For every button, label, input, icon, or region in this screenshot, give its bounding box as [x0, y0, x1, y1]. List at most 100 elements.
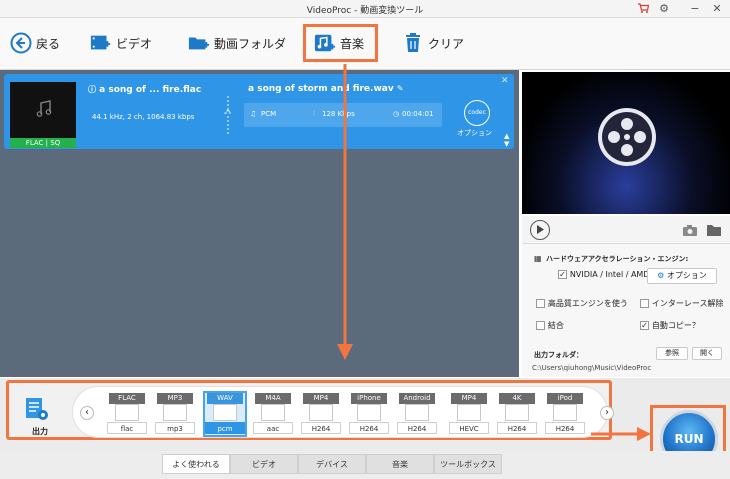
tab-video[interactable]: ビデオ [230, 454, 298, 474]
format-mp4-hevc[interactable]: MP4 HEVC [449, 393, 489, 435]
format-file-icon [115, 404, 139, 421]
browse-button[interactable]: 参照 [656, 347, 688, 360]
video-plus-icon [90, 32, 112, 54]
preview-controls [522, 216, 730, 244]
format-file-icon [357, 404, 381, 421]
back-arrow-icon [10, 32, 32, 54]
deinterlace-label: インターレース解除 [651, 299, 724, 308]
remove-item-icon[interactable]: ✕ [501, 76, 509, 86]
format-badge: FLAC | SQ [10, 138, 76, 148]
orange-down-arrow [337, 64, 353, 360]
clock-icon: ◷ [393, 110, 400, 118]
format-bottom: HEVC [449, 422, 489, 434]
hardware-panel: ▦ ハードウェアアクセラレーション・エンジン: ✓ NVIDIA / Intel… [522, 244, 730, 377]
output-file-name[interactable]: a song of storm and fire.wav ✎ [248, 84, 404, 94]
autocopy-checkbox[interactable]: ✓ [640, 321, 649, 330]
format-bottom: H264 [545, 422, 585, 434]
add-video-button[interactable]: ビデオ [90, 28, 152, 58]
format-top: MP4 [303, 393, 339, 404]
codec-text: PCM [261, 110, 277, 118]
audio-thumbnail [10, 82, 76, 138]
format-file-icon [309, 404, 333, 421]
audio-icon: ♫ [250, 110, 257, 118]
clear-button[interactable]: クリア [402, 28, 464, 58]
play-button[interactable] [530, 220, 550, 240]
bitrate-icon: ⫶ [313, 110, 315, 118]
format-mp3[interactable]: MP3 mp3 [155, 393, 195, 435]
format-bottom: H264 [397, 422, 437, 434]
add-folder-button[interactable]: 動画フォルダ [188, 28, 286, 58]
close-button[interactable]: ✕ [710, 2, 724, 16]
music-note-icon [36, 100, 52, 121]
format-flac[interactable]: FLAC flac [107, 393, 147, 435]
hw-option-button[interactable]: ⚙ オプション [647, 268, 717, 284]
back-button[interactable]: 戻る [10, 28, 60, 58]
window-title: VideoProc - 動画変換ツール [306, 6, 424, 16]
option-label[interactable]: オプション [457, 128, 492, 138]
chevron-left-icon[interactable]: ‹ [80, 406, 94, 420]
format-top: 4K [499, 393, 535, 404]
settings-icon: ⚙ [657, 271, 665, 280]
minimize-button[interactable]: − [688, 2, 702, 16]
title-bar: VideoProc - 動画変換ツール ⚙ − ✕ [0, 0, 730, 18]
camera-icon[interactable] [682, 224, 698, 239]
format-wav[interactable]: WAV pcm [203, 391, 247, 437]
file-list-area: FLAC | SQ ⓘ a song of ... fire.flac 44.1… [0, 70, 519, 377]
nvidia-checkbox[interactable]: ✓ [558, 270, 567, 279]
autocopy-label: 自動コピー？ [651, 321, 700, 330]
file-item[interactable]: FLAC | SQ ⓘ a song of ... fire.flac 44.1… [4, 74, 514, 149]
merge-label: 結合 [547, 321, 564, 330]
deinterlace-checkbox[interactable] [640, 299, 649, 308]
input-name-text: a song of ... fire.flac [99, 85, 202, 95]
video-label: ビデオ [116, 36, 153, 51]
clear-label: クリア [428, 36, 465, 51]
format-file-icon [213, 404, 237, 421]
toolbar: 戻る ビデオ 動画フォルダ 音楽 クリア [0, 18, 730, 70]
folder-label: 動画フォルダ [214, 36, 287, 51]
music-plus-icon [314, 32, 336, 54]
format-4k[interactable]: 4K H264 [497, 393, 537, 435]
merge-row[interactable]: 結合 [536, 320, 564, 331]
hq-engine-label: 高品質エンジンを使う [547, 299, 628, 308]
format-m4a[interactable]: M4A aac [253, 393, 293, 435]
format-ipod[interactable]: iPod H264 [545, 393, 585, 435]
edit-pencil-icon[interactable]: ✎ [397, 84, 404, 93]
tab-popular[interactable]: よく使われる [162, 454, 230, 474]
trash-icon [402, 32, 424, 54]
output-folder-label: 出力フォルダ： [534, 351, 583, 359]
tab-music[interactable]: 音楽 [366, 454, 434, 474]
format-iphone[interactable]: iPhone H264 [349, 393, 389, 435]
format-file-icon [457, 404, 481, 421]
nvidia-checkbox-row[interactable]: ✓ NVIDIA / Intel / AMD [558, 270, 650, 280]
format-bottom: H264 [497, 422, 537, 434]
reorder-arrows-icon[interactable]: ▲ ▼ [504, 132, 509, 148]
tab-device[interactable]: デバイス [298, 454, 366, 474]
autocopy-row[interactable]: ✓ 自動コピー？ [640, 320, 700, 331]
videoproc-logo [596, 106, 658, 171]
format-android[interactable]: Android H264 [397, 393, 437, 435]
chevron-right-icon[interactable]: › [600, 406, 614, 420]
gear-icon[interactable]: ⚙ [657, 2, 671, 16]
format-file-icon [505, 404, 529, 421]
folder-icon[interactable] [706, 224, 722, 239]
arrow-connector [223, 96, 233, 139]
format-bottom: aac [253, 422, 293, 434]
add-music-button[interactable]: 音楽 [314, 28, 364, 58]
merge-checkbox[interactable] [536, 321, 545, 330]
nvidia-label: NVIDIA / Intel / AMD [569, 270, 650, 279]
output-settings-button[interactable]: 出力 [22, 396, 56, 436]
hq-engine-checkbox[interactable] [536, 299, 545, 308]
tab-toolbox[interactable]: ツールボックス [434, 454, 502, 474]
format-top: MP4 [451, 393, 487, 404]
format-mp4-h264[interactable]: MP4 H264 [301, 393, 341, 435]
hw-title: ハードウェアアクセラレーション・エンジン: [546, 255, 689, 263]
cart-icon[interactable] [636, 2, 650, 16]
codec-gear-icon[interactable]: codec [464, 100, 490, 126]
format-file-icon [405, 404, 429, 421]
hq-engine-row[interactable]: 高品質エンジンを使う [536, 298, 628, 309]
format-top: M4A [255, 393, 291, 404]
format-file-icon [163, 404, 187, 421]
deinterlace-row[interactable]: インターレース解除 [640, 298, 723, 309]
folder-plus-icon [188, 32, 210, 54]
open-button[interactable]: 開く [692, 347, 722, 360]
